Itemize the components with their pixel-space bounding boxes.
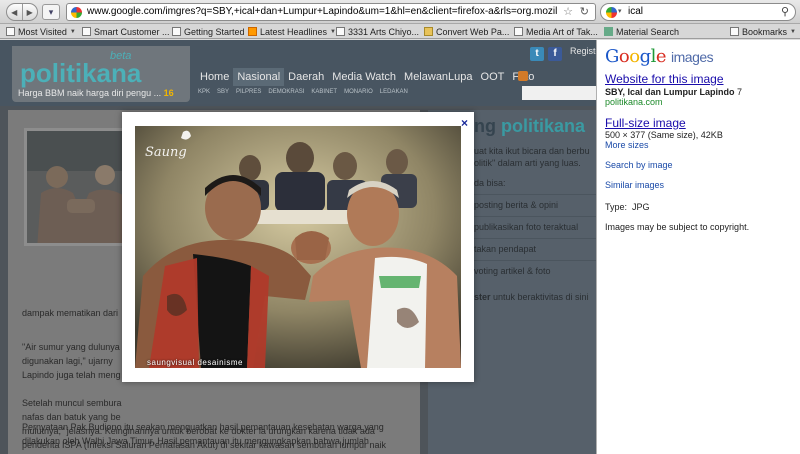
image-title: SBY, Ical dan Lumpur Lapindo 7 — [605, 87, 743, 97]
tag-pilpres[interactable]: PILPRES — [236, 89, 261, 95]
site-identity-button[interactable]: ▾ — [42, 4, 60, 20]
bookmark-convert-web[interactable]: Convert Web Pa... — [424, 25, 509, 38]
page-icon — [514, 27, 523, 36]
article-thumbnail[interactable] — [24, 128, 132, 246]
thumbnail-image — [27, 131, 129, 243]
engine-dropdown-icon[interactable]: ▾ — [618, 7, 622, 15]
rss-icon — [248, 27, 257, 36]
bookmark-getting-started[interactable]: Getting Started — [172, 25, 245, 38]
nav-melawanlupa[interactable]: MelawanLupa — [400, 68, 477, 86]
article-paragraph: Pernyataan Pak Budiono itu seakan mengua… — [22, 422, 384, 432]
chevron-down-icon: ▼ — [790, 28, 796, 35]
site-header: beta politikana Harga BBM naik harga dir… — [0, 40, 596, 106]
join-text: da bisa: — [474, 178, 506, 188]
register-link[interactable]: ster — [474, 292, 491, 302]
bookmark-smart-customer[interactable]: Smart Customer ... — [82, 25, 170, 38]
google-favicon-icon — [71, 7, 82, 18]
site-logo[interactable]: politikana — [20, 58, 141, 89]
photo-watermark: saungvisual desainisme — [147, 358, 243, 367]
image-size-info: 500 × 377 (Same size), 42KB — [605, 130, 723, 140]
google-images-panel: Google images Website for this image SBY,… — [596, 40, 800, 454]
tag-demokrasi[interactable]: DEMOKRASI — [268, 89, 304, 95]
close-icon[interactable]: × — [461, 116, 468, 130]
page-icon — [172, 27, 181, 36]
bookmark-media-art[interactable]: Media Art of Tak... — [514, 25, 598, 38]
register-link[interactable]: Registe — [570, 46, 596, 56]
tag-nav: KPK SBY PILPRES DEMOKRASI KABINET MONARI… — [198, 89, 408, 95]
headline-ticker[interactable]: Harga BBM naik harga diri pengu ... 16 — [18, 88, 174, 98]
browser-toolbar: ◀ ▶ ▾ www.google.com/imgres?q=SBY,+ical+… — [0, 0, 800, 24]
google-images-logo[interactable]: Google images — [605, 46, 714, 67]
tag-sby[interactable]: SBY — [217, 89, 229, 95]
full-size-image-link[interactable]: Full-size image — [605, 116, 686, 130]
join-cta: ster untuk beraktivitas di sini — [474, 292, 589, 302]
bookmark-most-visited[interactable]: Most Visited ▼ — [6, 25, 76, 38]
more-sizes-link[interactable]: More sizes — [605, 140, 649, 150]
join-text: olitik" dalam arti yang luas. — [474, 158, 581, 168]
divider — [468, 216, 596, 217]
nav-oot[interactable]: OOT — [477, 68, 509, 86]
article-paragraph: dilakukan oleh Walhi Jawa Timur. Hasil p… — [22, 436, 369, 446]
tag-kpk[interactable]: KPK — [198, 89, 210, 95]
lightbox-photo[interactable]: Saung saungvisual desainisme — [135, 126, 461, 368]
site-search-input[interactable] — [522, 86, 596, 100]
join-heading: ng politikana — [474, 116, 586, 136]
image-type: Type: JPG — [605, 202, 650, 212]
bookmarks-icon — [730, 27, 739, 36]
bookmarks-toolbar: Most Visited ▼ Smart Customer ... Gettin… — [0, 24, 800, 39]
reload-icon[interactable]: ↻ — [580, 5, 589, 18]
copyright-notice: Images may be subject to copyright. — [605, 222, 750, 232]
image-lightbox: × Saung saungvisual desainisme — [122, 112, 474, 382]
nav-nasional[interactable]: Nasional — [233, 68, 285, 86]
search-bar[interactable]: ▾ ical ⚲ — [600, 3, 796, 21]
tag-monario[interactable]: MONARIO — [344, 89, 373, 95]
image-source-url: politikana.com — [605, 97, 663, 107]
divider — [468, 238, 596, 239]
page-icon — [336, 27, 345, 36]
folder-icon — [424, 27, 433, 36]
join-feature: publikasikan foto teraktual — [474, 222, 579, 232]
join-feature: takan pendapat — [474, 244, 537, 254]
rss-icon[interactable] — [518, 71, 528, 81]
page-icon — [82, 27, 91, 36]
bookmark-material-search[interactable]: Material Search — [604, 25, 679, 38]
chevron-down-icon: ▼ — [69, 28, 76, 35]
material-icon — [604, 27, 613, 36]
join-feature: voting artikel & foto — [474, 266, 551, 276]
search-engine-icon[interactable] — [606, 7, 617, 18]
tag-kabinet[interactable]: KABINET — [311, 89, 337, 95]
arm-wrestling-image: Saung — [135, 126, 461, 368]
photo-logo-icon: Saung — [145, 145, 187, 160]
address-text[interactable]: www.google.com/imgres?q=SBY,+ical+dan+Lu… — [87, 6, 557, 17]
site-logo-area[interactable]: beta politikana Harga BBM naik harga dir… — [12, 46, 190, 102]
search-by-image-link[interactable]: Search by image — [605, 160, 673, 170]
nav-media-watch[interactable]: Media Watch — [328, 68, 400, 86]
address-bar[interactable]: www.google.com/imgres?q=SBY,+ical+dan+Lu… — [66, 3, 596, 21]
twitter-icon[interactable]: t — [530, 47, 544, 61]
divider — [468, 194, 596, 195]
back-forward-buttons[interactable]: ◀ ▶ — [6, 3, 38, 21]
facebook-icon[interactable]: f — [548, 47, 562, 61]
nav-daerah[interactable]: Daerah — [284, 68, 328, 86]
tag-ledakan[interactable]: LEDAKAN — [380, 89, 408, 95]
similar-images-link[interactable]: Similar images — [605, 180, 664, 190]
search-input[interactable]: ical — [628, 6, 643, 17]
bookmark-latest-headlines[interactable]: Latest Headlines ▼ — [248, 25, 336, 38]
forward-icon[interactable]: ▶ — [23, 4, 38, 20]
main-nav: Home Nasional Daerah Media Watch Melawan… — [196, 68, 538, 86]
bookmarks-menu[interactable]: Bookmarks ▼ — [730, 25, 796, 38]
bookmark-3331-arts[interactable]: 3331 Arts Chiyo... — [336, 25, 419, 38]
nav-home[interactable]: Home — [196, 68, 233, 86]
article-paragraph: Setelah muncul sembura — [22, 398, 122, 408]
join-feature: posting berita & opini — [474, 200, 559, 210]
join-text: uat kita ikut bicara dan berbu — [474, 146, 590, 156]
bookmark-star-icon[interactable]: ☆ — [563, 5, 573, 18]
website-for-image-link[interactable]: Website for this image — [605, 72, 724, 86]
back-icon[interactable]: ◀ — [7, 4, 23, 20]
most-visited-icon — [6, 27, 15, 36]
search-icon[interactable]: ⚲ — [781, 5, 789, 18]
divider — [468, 260, 596, 261]
